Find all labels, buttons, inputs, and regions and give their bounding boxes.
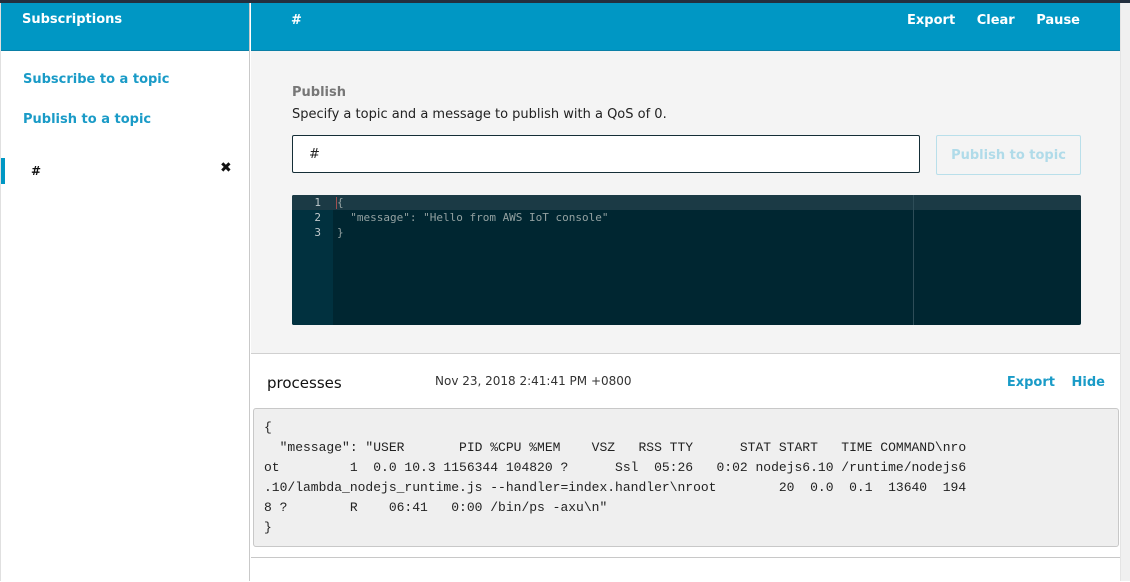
message-divider xyxy=(251,557,1120,558)
publish-to-topic-button[interactable]: Publish to topic xyxy=(936,135,1081,175)
sidebar-title: Subscriptions xyxy=(1,3,249,51)
topic-header: # Export Clear Pause xyxy=(251,3,1120,51)
line-number: 3 xyxy=(314,226,321,239)
export-button[interactable]: Export xyxy=(907,13,955,28)
page-scrollbar[interactable] xyxy=(1120,3,1130,581)
close-icon[interactable]: ✖ xyxy=(220,160,232,176)
message-list: processes Nov 23, 2018 2:41:41 PM +0800 … xyxy=(251,353,1120,582)
publish-description: Specify a topic and a message to publish… xyxy=(292,107,667,122)
print-margin xyxy=(913,195,914,325)
publish-label: Publish xyxy=(292,85,346,100)
clear-button[interactable]: Clear xyxy=(977,13,1015,28)
subscription-item[interactable]: # ✖ xyxy=(1,157,250,185)
message-export-button[interactable]: Export xyxy=(1007,375,1055,390)
header-actions: Export Clear Pause xyxy=(890,13,1080,28)
active-line-highlight xyxy=(292,195,1081,210)
header-topic: # xyxy=(291,13,302,28)
line-number: 2 xyxy=(314,211,321,224)
subscription-topic: # xyxy=(31,164,42,178)
active-indicator xyxy=(1,158,5,184)
message-payload: { "message": "USER PID %CPU %MEM VSZ RSS… xyxy=(253,408,1119,547)
main-panel: # Export Clear Pause Publish Specify a t… xyxy=(251,3,1120,582)
message-hide-button[interactable]: Hide xyxy=(1072,375,1105,390)
publish-to-topic-link[interactable]: Publish to a topic xyxy=(23,112,151,127)
message-actions: Export Hide xyxy=(995,375,1105,390)
code-line: } xyxy=(337,226,344,239)
pause-button[interactable]: Pause xyxy=(1036,13,1080,28)
subscribe-to-topic-link[interactable]: Subscribe to a topic xyxy=(23,72,169,87)
code-line: { xyxy=(337,196,344,209)
publish-topic-input[interactable] xyxy=(292,135,920,173)
sidebar: Subscriptions Subscribe to a topic Publi… xyxy=(0,3,250,581)
code-line: "message": "Hello from AWS IoT console" xyxy=(337,211,609,224)
message-timestamp: Nov 23, 2018 2:41:41 PM +0800 xyxy=(435,374,632,388)
message-editor[interactable]: 1 2 3 { "message": "Hello from AWS IoT c… xyxy=(292,195,1081,325)
message-topic: processes xyxy=(267,374,342,392)
line-number: 1 xyxy=(314,196,321,209)
